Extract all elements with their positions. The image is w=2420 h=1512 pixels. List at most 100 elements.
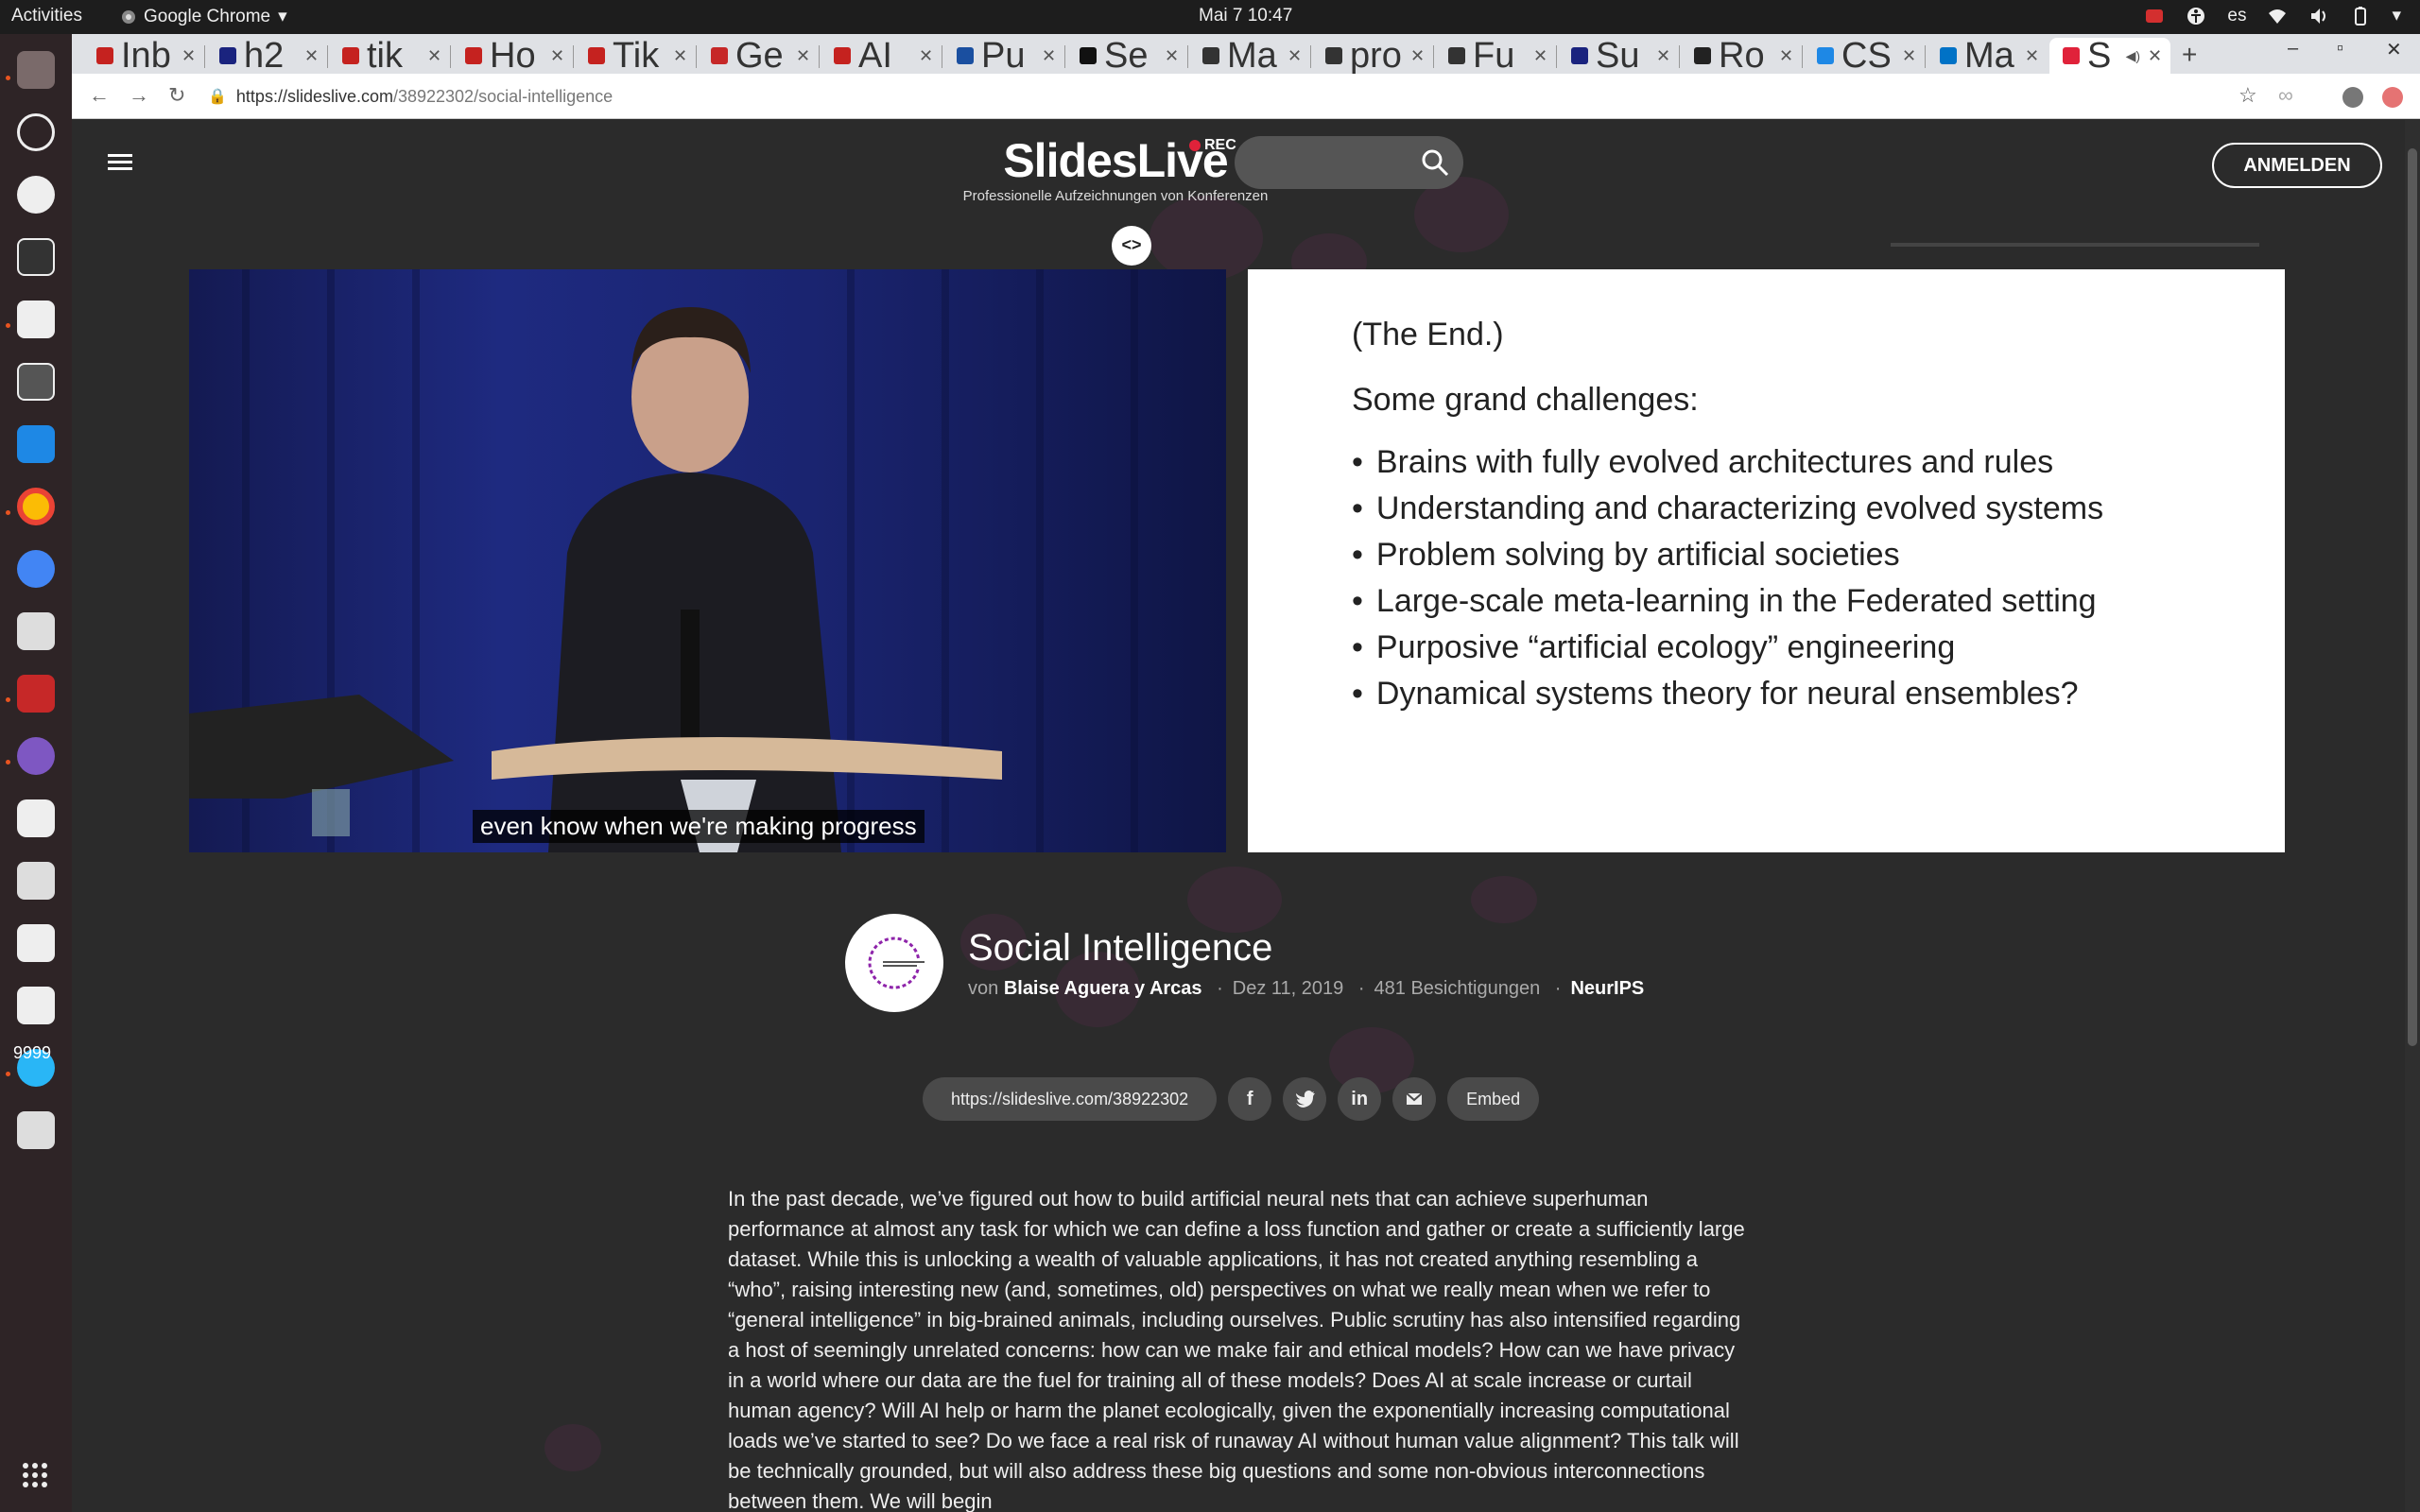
tab-close-icon[interactable]: ✕ [1779, 46, 1796, 66]
document-viewer-icon-2[interactable] [17, 862, 55, 900]
browser-tab[interactable]: pro ✕ [1312, 38, 1433, 74]
facebook-icon[interactable]: f [1228, 1077, 1272, 1121]
minimize-button[interactable]: – [2288, 38, 2298, 60]
emacs-icon[interactable] [17, 737, 55, 775]
browser-tab[interactable]: Ge ✕ [698, 38, 819, 74]
tab-close-icon[interactable]: ✕ [550, 46, 567, 66]
system-tray[interactable]: es ▾ [2144, 5, 2401, 26]
record-indicator-icon[interactable] [2144, 6, 2165, 26]
browser-tab[interactable]: Ma ✕ [1189, 38, 1310, 74]
tab-close-icon[interactable]: ✕ [919, 46, 936, 66]
browser-tab[interactable]: h2 ✕ [206, 38, 327, 74]
slide-bullet: Understanding and characterizing evolved… [1352, 486, 2285, 532]
tab-close-icon[interactable]: ✕ [1288, 46, 1305, 66]
chrome-app-icon[interactable] [17, 488, 55, 525]
running-dot [6, 76, 10, 80]
app-menu[interactable]: Google Chrome ▾ [121, 6, 287, 27]
wifi-icon[interactable] [2267, 6, 2288, 26]
share-link-field[interactable]: https://slideslive.com/38922302 [923, 1077, 1218, 1121]
tab-title: Tik [613, 38, 660, 74]
document-viewer-icon[interactable] [17, 612, 55, 650]
twitter-icon[interactable] [1283, 1077, 1327, 1121]
browser-tab[interactable]: S ◀) ✕ [2049, 38, 2170, 74]
chromium-icon[interactable] [17, 550, 55, 588]
layout-slider-handle[interactable]: <> [1112, 226, 1151, 266]
backup-app-icon[interactable] [17, 113, 55, 151]
browser-tab[interactable]: Fu ✕ [1435, 38, 1556, 74]
browser-tab[interactable]: AI ✕ [821, 38, 942, 74]
profile-avatar[interactable] [2342, 87, 2363, 108]
conference-logo[interactable] [845, 914, 943, 1012]
terminal-icon[interactable] [17, 238, 55, 276]
browser-tab[interactable]: Su ✕ [1558, 38, 1679, 74]
show-apps-grid-icon[interactable] [21, 1461, 49, 1489]
tab-close-icon[interactable]: ✕ [1042, 46, 1059, 66]
volume-icon[interactable] [2308, 6, 2329, 26]
login-button[interactable]: ANMELDEN [2212, 143, 2382, 188]
tab-close-icon[interactable]: ✕ [1165, 46, 1182, 66]
system-menu-chevron-icon[interactable]: ▾ [2392, 5, 2401, 26]
clock[interactable]: Mai 7 10:47 [1199, 6, 1292, 26]
email-icon[interactable] [1392, 1077, 1437, 1121]
tab-close-icon[interactable]: ✕ [1533, 46, 1550, 66]
browser-tab[interactable]: Tik ✕ [575, 38, 696, 74]
extension-icon[interactable]: ∞ [2278, 83, 2293, 108]
maximize-button[interactable]: ▫ [2337, 38, 2343, 60]
tab-close-icon[interactable]: ✕ [1902, 46, 1919, 66]
tab-close-icon[interactable]: ✕ [427, 46, 444, 66]
tab-close-icon[interactable]: ✕ [2148, 46, 2165, 66]
accessibility-icon[interactable] [2186, 6, 2206, 26]
browser-tab[interactable]: Ho ✕ [452, 38, 573, 74]
tab-close-icon[interactable]: ✕ [182, 46, 199, 66]
venue-link[interactable]: NeurIPS [1570, 978, 1644, 999]
tab-audio-icon[interactable]: ◀) [2126, 48, 2140, 64]
author-link[interactable]: Blaise Aguera y Arcas [1004, 978, 1202, 999]
vscode-icon[interactable] [17, 425, 55, 463]
reload-icon[interactable]: ↻ [168, 83, 185, 108]
layout-slider-track[interactable] [1891, 243, 2259, 247]
writer-icon[interactable] [17, 924, 55, 962]
linkedin-icon[interactable]: in [1338, 1077, 1382, 1121]
search-icon[interactable] [1420, 147, 1450, 178]
app-icon-e[interactable] [17, 799, 55, 837]
mendeley-icon[interactable] [17, 675, 55, 713]
tab-close-icon[interactable]: ✕ [2025, 46, 2042, 66]
browser-tab[interactable]: CS ✕ [1804, 38, 1925, 74]
browser-tab[interactable]: Ma ✕ [1927, 38, 2048, 74]
page-scrollbar[interactable] [2405, 120, 2420, 1512]
bookmark-star-icon[interactable]: ☆ [2238, 83, 2257, 108]
text-editor-icon[interactable] [17, 301, 55, 338]
menu-hamburger-icon[interactable] [108, 154, 132, 171]
video-player[interactable]: even know when we're making progress [189, 269, 1226, 852]
battery-icon[interactable] [2350, 6, 2371, 26]
address-bar[interactable]: 🔒 https://slideslive.com/38922302/social… [208, 79, 2288, 113]
tab-close-icon[interactable]: ✕ [1410, 46, 1427, 66]
browser-tab[interactable]: Inb ✕ [83, 38, 204, 74]
tab-favicon-icon [1202, 47, 1219, 64]
settings-gear-icon[interactable] [17, 176, 55, 214]
tab-close-icon[interactable]: ✕ [796, 46, 813, 66]
tab-close-icon[interactable]: ✕ [304, 46, 321, 66]
tab-close-icon[interactable]: ✕ [673, 46, 690, 66]
screenshot-viewer-icon[interactable] [17, 363, 55, 401]
tab-close-icon[interactable]: ✕ [1656, 46, 1673, 66]
embed-button[interactable]: Embed [1447, 1077, 1540, 1121]
extension-red-icon[interactable] [2382, 87, 2403, 108]
files-app-icon[interactable] [17, 51, 55, 89]
tab-title: h2 [244, 38, 285, 74]
browser-tab[interactable]: Se ✕ [1066, 38, 1187, 74]
browser-tab[interactable]: tik ✕ [329, 38, 450, 74]
browser-tab[interactable]: Ro ✕ [1681, 38, 1802, 74]
back-arrow-icon[interactable]: ← [89, 83, 110, 108]
forward-arrow-icon[interactable]: → [129, 83, 149, 108]
activities-button[interactable]: Activities [11, 6, 82, 26]
language-indicator[interactable]: es [2227, 6, 2246, 26]
browser-tab[interactable]: Pu ✕ [943, 38, 1064, 74]
search-input[interactable] [1235, 136, 1463, 189]
new-tab-button[interactable]: + [2182, 40, 2197, 70]
archive-icon[interactable] [17, 987, 55, 1024]
presentation-slide[interactable]: (The End.) Some grand challenges: Brains… [1248, 269, 2285, 852]
scrollbar-thumb[interactable] [2408, 148, 2417, 1046]
close-window-button[interactable]: ✕ [2386, 38, 2402, 61]
document-viewer-icon-3[interactable] [17, 1111, 55, 1149]
